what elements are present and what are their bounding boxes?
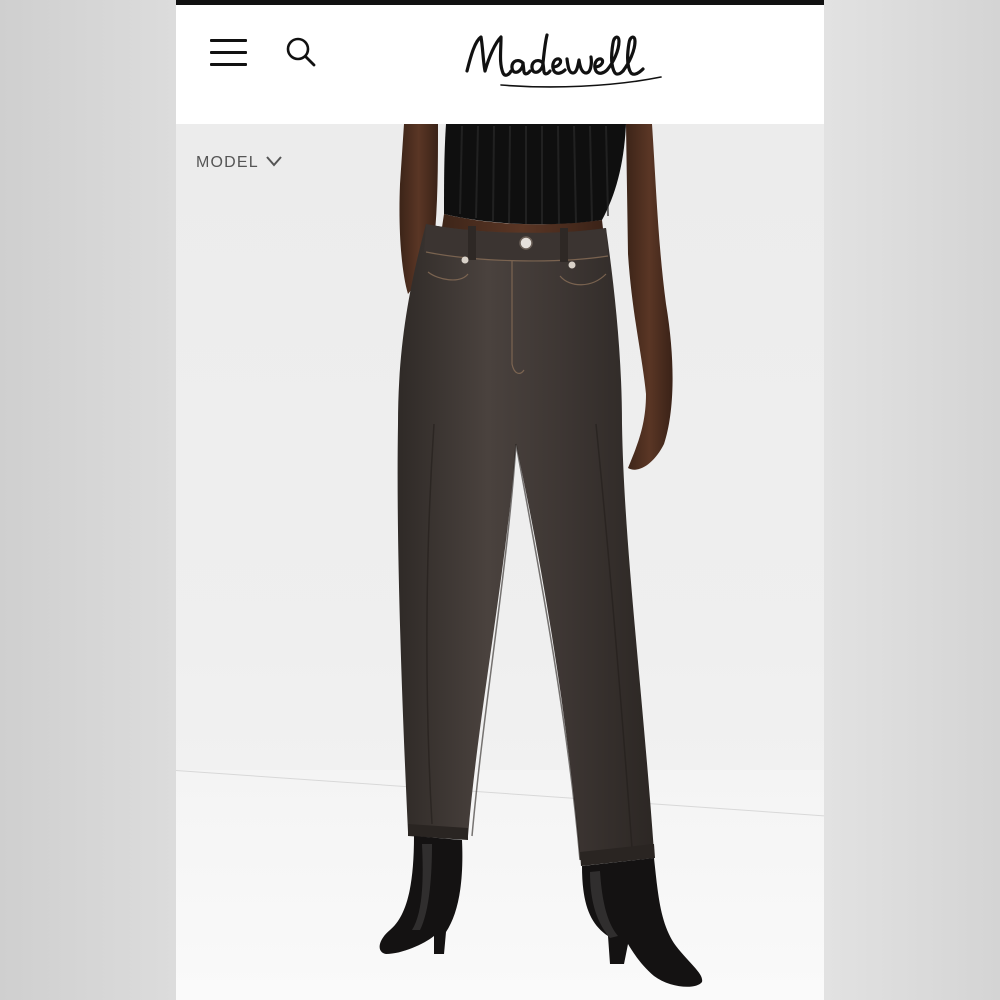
mobile-screen: MODEL bbox=[176, 0, 824, 1000]
brand-logo[interactable] bbox=[461, 27, 681, 93]
search-icon[interactable] bbox=[284, 35, 318, 69]
left-backdrop bbox=[0, 0, 176, 1000]
site-header bbox=[176, 5, 824, 124]
model-toggle[interactable]: MODEL bbox=[196, 154, 283, 172]
model-toggle-label: MODEL bbox=[196, 154, 259, 171]
chevron-down-icon bbox=[265, 154, 283, 172]
hamburger-menu-icon[interactable] bbox=[210, 37, 248, 69]
product-hero: MODEL bbox=[176, 124, 824, 1000]
right-backdrop bbox=[824, 0, 1000, 1000]
product-photo bbox=[379, 124, 703, 987]
